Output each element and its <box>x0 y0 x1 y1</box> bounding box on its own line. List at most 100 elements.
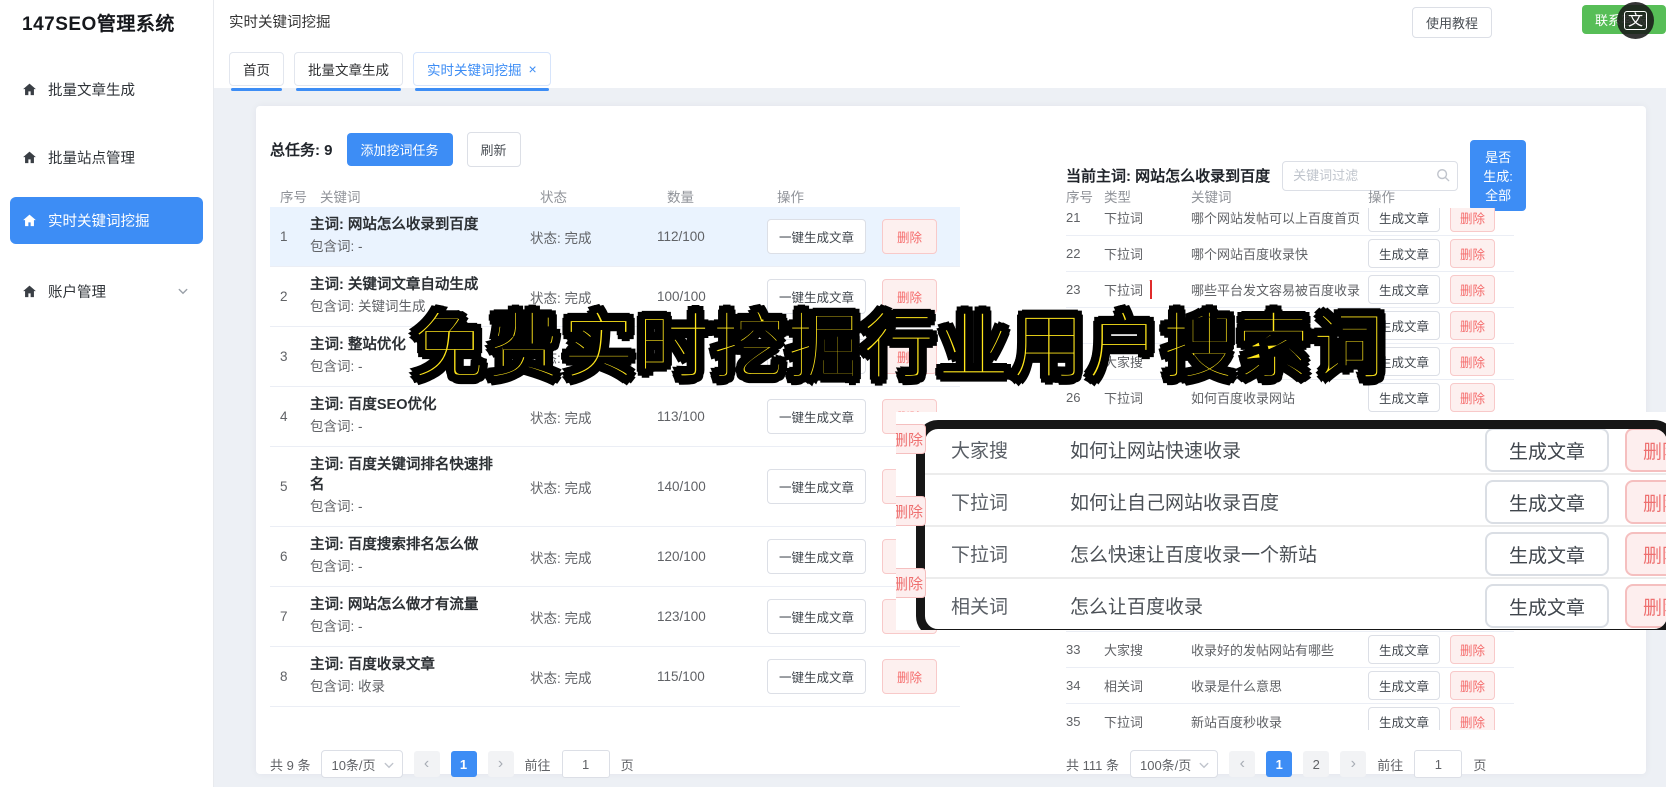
task-count: 140/100 <box>657 479 706 494</box>
goto-page-input[interactable] <box>1414 750 1463 778</box>
generate-article-button[interactable]: 一键生成文章 <box>767 599 867 634</box>
task-keyword-cell: 主词: 百度SEO优化 包含词: - <box>310 395 530 438</box>
task-row: 1 主词: 网站怎么收录到百度 包含词: - 状态: 完成 112/100 一键生成文章删… <box>270 207 960 267</box>
chevron-down-icon <box>383 759 395 771</box>
generate-article-button[interactable]: 生成文章 <box>1368 671 1441 700</box>
magnified-rows: 大家搜如何让网站快速收录生成文章删除下拉词如何让自己网站收录百度生成文章删除下拉… <box>925 429 1666 629</box>
prev-page-button[interactable]: ‹ <box>413 751 440 777</box>
task-count: 115/100 <box>657 669 705 684</box>
keyword-text: 如何让自己网站收录百度 <box>1070 493 1280 514</box>
keyword-actions: 生成文章删除 <box>1368 311 1514 340</box>
clipped-delete-button: 删除 <box>896 424 926 454</box>
prev-page-button[interactable]: ‹ <box>1229 751 1256 777</box>
next-page-button[interactable]: › <box>1340 751 1367 777</box>
clipped-delete-button: 删除 <box>896 568 926 598</box>
delete-button[interactable]: 删除 <box>1625 480 1666 524</box>
generate-article-button[interactable]: 生成文章 <box>1368 208 1441 232</box>
delete-button[interactable]: 删除 <box>1450 311 1496 340</box>
delete-button[interactable]: 删除 <box>1450 671 1496 700</box>
sidebar-item-2[interactable]: 批量站点管理 <box>10 140 203 174</box>
add-task-button[interactable]: 添加挖词任务 <box>346 133 453 166</box>
delete-button[interactable]: 删除 <box>1625 532 1666 576</box>
task-index: 2 <box>280 289 288 304</box>
generate-article-button[interactable]: 一键生成文章 <box>767 539 867 574</box>
next-page-button[interactable]: › <box>487 751 514 777</box>
keyword-index: 33 <box>1066 642 1081 657</box>
keyword-text: 哪个网站发帖可以上百度首页 <box>1191 211 1361 226</box>
generate-article-button[interactable]: 生成文章 <box>1485 584 1609 628</box>
tab-3[interactable]: 实时关键词挖掘 × <box>413 52 551 86</box>
delete-button[interactable]: 删除 <box>1625 429 1666 472</box>
delete-button[interactable]: 删除 <box>1450 383 1496 412</box>
delete-button[interactable]: 删除 <box>1450 707 1496 730</box>
keyword-row: 22 下拉词 哪个网站百度收录快 生成文章 删除 <box>1066 236 1514 272</box>
sidebar-item-label: 实时关键词挖掘 <box>48 214 150 230</box>
keyword-text: 怎么让百度收录 <box>1070 597 1204 618</box>
page-number-1[interactable]: 1 <box>1266 751 1293 777</box>
column-header: 状态 <box>540 190 567 205</box>
task-count: 113/100 <box>657 409 705 424</box>
delete-button[interactable]: 删除 <box>1450 208 1496 232</box>
task-main-word: 主词: 网站怎么收录到百度 <box>310 217 479 233</box>
keyword-type: 下拉词 <box>951 493 1009 514</box>
current-main-word: 当前主词: 网站怎么收录到百度 <box>1066 168 1271 185</box>
translate-extension-icon[interactable]: 文 <box>1617 2 1654 39</box>
generate-article-button[interactable]: 生成文章 <box>1368 707 1441 730</box>
generate-article-button[interactable]: 一键生成文章 <box>767 399 867 434</box>
keywords-page-size-select[interactable]: 100条/页 <box>1129 750 1219 778</box>
task-row: 6主词: 百度搜索排名怎么做包含词: -状态: 完成120/100一键生成文章删… <box>270 527 960 587</box>
tab-active-underline <box>415 88 549 91</box>
generate-article-button[interactable]: 一键生成文章 <box>767 659 867 694</box>
delete-button[interactable]: 删除 <box>1450 275 1496 304</box>
delete-button[interactable]: 删除 <box>882 659 938 694</box>
keyword-text: 收录是什么意思 <box>1191 679 1283 694</box>
sidebar: 147SEO管理系统 批量文章生成 批量站点管理 实时关键词挖掘 账户管理 <box>0 0 214 787</box>
close-tab-icon[interactable]: × <box>529 62 537 76</box>
tab-1[interactable]: 首页 <box>229 52 284 86</box>
topbar: 实时关键词挖掘 使用教程 联系客服 文 <box>214 0 1666 42</box>
generate-article-button[interactable]: 生成文章 <box>1368 239 1441 268</box>
breadcrumb: 实时关键词挖掘 <box>229 15 331 31</box>
delete-button[interactable]: 删除 <box>1450 347 1496 376</box>
generate-article-button[interactable]: 一键生成文章 <box>767 219 867 254</box>
refresh-button[interactable]: 刷新 <box>466 132 521 167</box>
task-count: 123/100 <box>657 609 706 624</box>
keyword-text: 新站百度秒收录 <box>1191 715 1283 730</box>
page-number-2[interactable]: 2 <box>1303 751 1330 777</box>
sidebar-item-4[interactable]: 账户管理 <box>10 274 203 308</box>
tab-wrap: 批量文章生成 <box>294 52 403 91</box>
generate-article-button[interactable]: 生成文章 <box>1485 532 1609 576</box>
keywords-total: 共 111 条 <box>1066 757 1119 773</box>
delete-button[interactable]: 删除 <box>882 219 938 254</box>
tab-active-underline <box>231 88 282 91</box>
page-unit-label: 页 <box>620 757 634 773</box>
task-status: 状态: 完成 <box>530 670 592 686</box>
task-row: 5 主词: 百度关键词排名快速排名 包含词: - 状态: 完成 140/100 一键生成文… <box>270 447 960 527</box>
chevron-down-icon <box>177 285 189 297</box>
generate-article-button[interactable]: 一键生成文章 <box>767 469 867 504</box>
delete-button[interactable]: 删除 <box>1450 239 1496 268</box>
tab-2[interactable]: 批量文章生成 <box>294 52 403 86</box>
help-button[interactable]: 使用教程 <box>1411 7 1492 38</box>
sidebar-item-label: 批量文章生成 <box>48 82 135 99</box>
goto-page-input[interactable] <box>561 750 610 778</box>
tab-wrap: 首页 <box>229 52 284 91</box>
tab-label: 首页 <box>243 63 270 78</box>
column-header: 序号 <box>280 190 307 205</box>
delete-button[interactable]: 删除 <box>1450 635 1496 664</box>
tasks-table-body: 1 主词: 网站怎么收录到百度 包含词: - 状态: 完成 112/100 一键生成文章删… <box>270 207 960 707</box>
tasks-page-size-select[interactable]: 10条/页 <box>321 750 403 778</box>
task-actions: 一键生成文章删除 <box>767 219 960 254</box>
task-keyword-cell: 主词: 百度搜索排名怎么做 包含词: - <box>310 535 530 578</box>
delete-button[interactable]: 删除 <box>1625 584 1666 628</box>
total-tasks-value: 9 <box>324 142 333 159</box>
sidebar-item-1[interactable]: 批量文章生成 <box>10 72 203 106</box>
keyword-type: 相关词 <box>1104 679 1144 694</box>
generate-article-button[interactable]: 生成文章 <box>1485 480 1609 524</box>
generate-article-button[interactable]: 生成文章 <box>1485 429 1609 472</box>
page-number-1[interactable]: 1 <box>450 751 477 777</box>
sidebar-item-3[interactable]: 实时关键词挖掘 <box>10 197 203 244</box>
keyword-index: 21 <box>1066 210 1081 225</box>
task-keyword-cell: 主词: 百度收录文章 包含词: 收录 <box>310 655 530 698</box>
generate-article-button[interactable]: 生成文章 <box>1368 635 1441 664</box>
